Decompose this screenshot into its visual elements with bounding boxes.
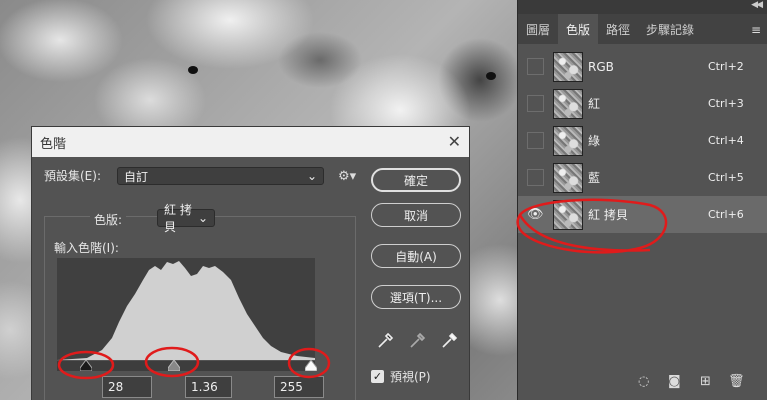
visibility-toggle[interactable] xyxy=(527,58,544,75)
dialog-title: 色階 xyxy=(40,136,67,152)
preview-label: 預視(P) xyxy=(390,370,431,384)
channel-thumbnail xyxy=(553,199,583,230)
channel-shortcut: Ctrl+4 xyxy=(708,134,744,147)
chevron-down-icon: ⌄ xyxy=(197,211,208,225)
options-button[interactable]: 選項(T)... xyxy=(371,285,461,309)
channel-row-red[interactable]: 紅 Ctrl+3 xyxy=(518,85,767,122)
chevron-down-icon: ⌄ xyxy=(306,169,317,183)
collapse-panels-icon[interactable]: ◀◀ xyxy=(751,0,763,10)
input-gamma-field[interactable]: 1.36 xyxy=(185,376,232,398)
gear-icon[interactable]: ⚙▾ xyxy=(338,169,356,184)
tab-history[interactable]: 步驟記錄 xyxy=(638,14,702,44)
channel-row-rgb[interactable]: RGB Ctrl+2 xyxy=(518,48,767,85)
channel-name: 紅 拷貝 xyxy=(588,208,628,222)
trash-icon[interactable]: 🗑 xyxy=(728,374,745,389)
channel-name: 紅 xyxy=(588,97,601,111)
channel-name: 藍 xyxy=(588,171,601,185)
canvas-dark-spot xyxy=(486,72,496,80)
channel-row-green[interactable]: 綠 Ctrl+4 xyxy=(518,122,767,159)
white-point-handle[interactable] xyxy=(305,360,317,371)
channel-shortcut: Ctrl+3 xyxy=(708,97,744,110)
tab-paths[interactable]: 路徑 xyxy=(598,14,638,44)
preset-label: 預設集(E): xyxy=(44,169,101,183)
canvas-dark-spot xyxy=(188,66,198,74)
black-point-handle[interactable] xyxy=(80,360,92,371)
close-icon[interactable]: ✕ xyxy=(448,132,461,151)
visibility-toggle[interactable] xyxy=(527,132,544,149)
channel-thumbnail xyxy=(553,51,583,82)
white-eyedropper-icon[interactable] xyxy=(439,331,459,349)
channel-label: 色版: xyxy=(90,211,127,228)
channel-name: RGB xyxy=(588,59,614,74)
channels-panel: ◀◀ 圖層 色版 路徑 步驟記錄 ≡ RGB Ctrl+2 紅 Ctrl+3 綠… xyxy=(517,0,767,400)
input-black-field[interactable]: 28 xyxy=(102,376,152,398)
cancel-button[interactable]: 取消 xyxy=(371,203,461,227)
ok-button[interactable]: 確定 xyxy=(371,168,461,192)
dialog-titlebar[interactable]: 色階 ✕ xyxy=(32,127,469,157)
input-white-field[interactable]: 255 xyxy=(274,376,324,398)
channel-thumbnail xyxy=(553,125,583,156)
input-slider-track xyxy=(57,361,315,371)
channel-shortcut: Ctrl+6 xyxy=(708,208,744,221)
tab-layers[interactable]: 圖層 xyxy=(518,14,558,44)
eye-icon[interactable]: 👁 xyxy=(527,207,544,222)
tab-channels[interactable]: 色版 xyxy=(558,14,599,44)
panel-bottom-toolbar: ◌ ◙ ⊞ 🗑 xyxy=(518,366,767,400)
visibility-toggle[interactable] xyxy=(527,95,544,112)
channel-shortcut: Ctrl+5 xyxy=(708,171,744,184)
histogram-graph xyxy=(57,261,315,360)
channel-value: 紅 拷貝 xyxy=(164,203,192,234)
preview-option[interactable]: ✓ 預視(P) xyxy=(371,368,431,385)
levels-dialog: 色階 ✕ 預設集(E): 自訂 ⌄ ⚙▾ 確定 取消 自動(A) 選項(T)..… xyxy=(31,126,470,400)
panel-menu-icon[interactable]: ≡ xyxy=(751,23,761,37)
panel-topbar: ◀◀ xyxy=(518,0,767,14)
histogram xyxy=(57,258,315,360)
black-eyedropper-icon[interactable] xyxy=(375,331,395,349)
preview-checkbox[interactable]: ✓ xyxy=(371,370,384,383)
channel-name: 綠 xyxy=(588,134,601,148)
save-selection-icon[interactable]: ◙ xyxy=(668,374,681,389)
auto-button[interactable]: 自動(A) xyxy=(371,244,461,268)
input-levels-label: 輸入色階(I): xyxy=(54,241,119,255)
channel-thumbnail xyxy=(553,162,583,193)
gray-eyedropper-icon[interactable] xyxy=(407,331,427,349)
preset-value: 自訂 xyxy=(124,169,149,184)
panel-tabbar: 圖層 色版 路徑 步驟記錄 ≡ xyxy=(518,14,767,44)
new-channel-icon[interactable]: ⊞ xyxy=(700,374,711,389)
gamma-handle[interactable] xyxy=(168,360,180,371)
channel-shortcut: Ctrl+2 xyxy=(708,60,744,73)
load-selection-icon[interactable]: ◌ xyxy=(638,374,649,389)
preset-select[interactable]: 自訂 ⌄ xyxy=(117,167,324,185)
channel-thumbnail xyxy=(553,88,583,119)
channel-select[interactable]: 紅 拷貝 ⌄ xyxy=(157,203,215,234)
visibility-toggle[interactable] xyxy=(527,169,544,186)
channel-row-red-copy[interactable]: 👁 紅 拷貝 Ctrl+6 xyxy=(518,196,767,233)
channel-row-blue[interactable]: 藍 Ctrl+5 xyxy=(518,159,767,196)
